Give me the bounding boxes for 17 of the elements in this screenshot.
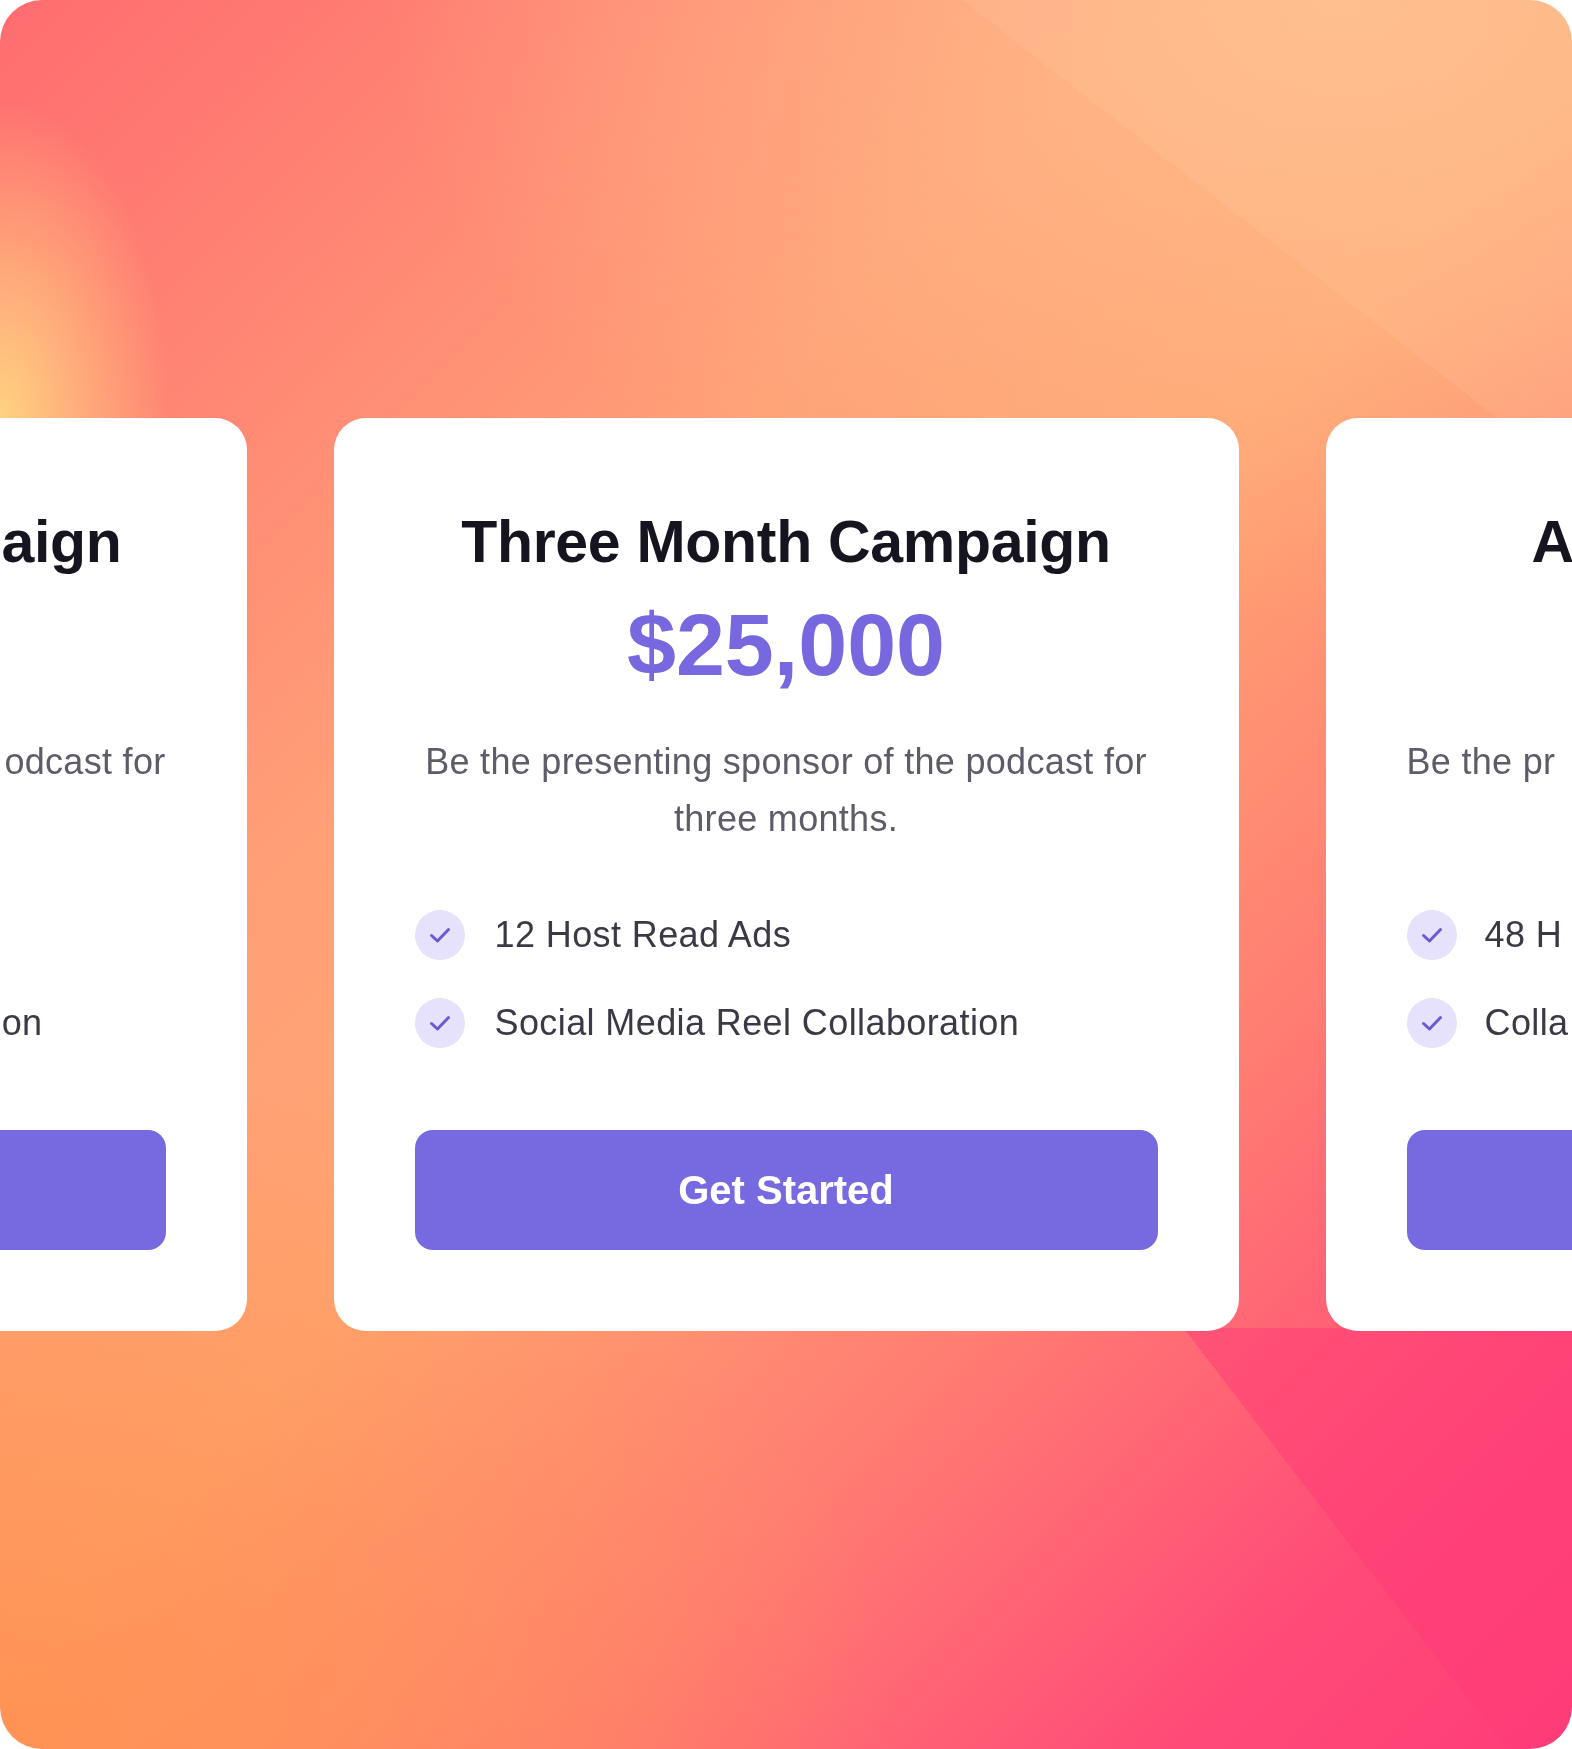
- plan-title: A: [1531, 508, 1572, 577]
- plan-description: Be the pr: [1406, 740, 1556, 784]
- plan-title: Three Month Campaign: [461, 508, 1111, 577]
- check-icon: [414, 910, 465, 960]
- plan-button[interactable]: Get Started: [414, 1130, 1158, 1250]
- check-icon: [414, 998, 465, 1048]
- plan-description: Be the presenting sponsor of the podcast for three months.: [424, 740, 1148, 841]
- check-icon: [1406, 998, 1457, 1048]
- feature-text: 48 H: [1484, 913, 1563, 957]
- plan-title: aign: [1, 508, 122, 577]
- feature-text: on: [1, 1001, 43, 1045]
- feature-text: 12 Host Read Ads: [494, 913, 792, 957]
- check-icon: [1406, 910, 1457, 960]
- feature-text: Colla: [1484, 1001, 1569, 1045]
- plan-description: odcast for: [4, 740, 166, 784]
- plan-price: $25,000: [626, 595, 946, 695]
- feature-text: Social Media Reel Collaboration: [494, 1001, 1020, 1045]
